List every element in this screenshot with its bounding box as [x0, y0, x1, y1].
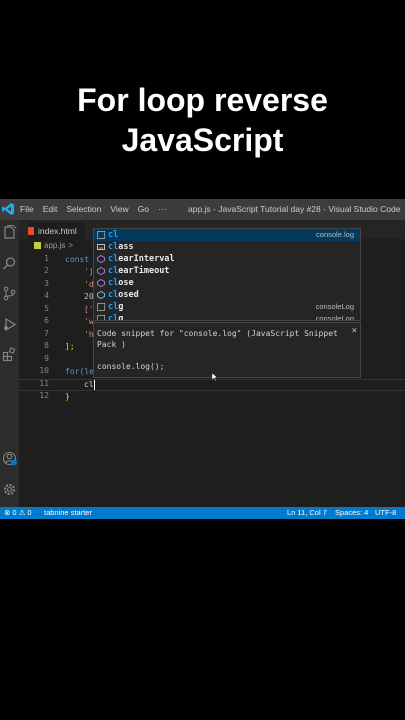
code-line-10: for(le: [65, 366, 94, 378]
breadcrumb: app.js >: [34, 241, 73, 250]
breadcrumb-file[interactable]: app.js: [44, 241, 65, 250]
line-number: 12: [39, 391, 49, 400]
status-bar: ⊗ 0 ⚠ 0 tabnine starter Ln 11, Col 7 Spa…: [0, 507, 405, 519]
code-line-12: }: [65, 392, 70, 401]
explorer-icon[interactable]: [2, 225, 17, 240]
code-line-1: const: [65, 255, 90, 264]
tab-index-html[interactable]: index.html: [28, 222, 85, 239]
menu-selection[interactable]: Selection: [66, 204, 101, 214]
source-control-icon[interactable]: [2, 286, 17, 301]
suggestion-item-clearinterval[interactable]: clearInterval: [94, 253, 360, 265]
snippet-icon: [97, 303, 105, 311]
line-number: 7: [44, 329, 49, 338]
line-number: 3: [44, 279, 49, 288]
typed-text: cl: [84, 380, 94, 389]
close-icon[interactable]: ×: [352, 326, 357, 336]
window-title: app.js - JavaScript Tutorial day #28 - V…: [188, 204, 401, 214]
line-number: 6: [44, 316, 49, 325]
suggestion-detail: consoleLog: [315, 302, 354, 311]
text-cursor: [93, 379, 95, 390]
line-number: 2: [44, 266, 49, 275]
vscode-logo-icon: [2, 203, 14, 215]
caption-line-2: JavaScript: [121, 122, 284, 158]
line-number: 4: [44, 291, 49, 300]
suggestion-widget: cl console.log class clearInterval clear…: [93, 228, 361, 321]
activity-bar: [0, 220, 19, 507]
tabnine-status[interactable]: tabnine starter: [44, 508, 92, 517]
menu-view[interactable]: View: [110, 204, 128, 214]
keyword-icon: [97, 244, 105, 250]
suggestion-label: class: [108, 242, 134, 252]
suggestion-label: clg: [108, 302, 124, 312]
suggestion-label: clearInterval: [108, 254, 175, 264]
suggestion-item-close[interactable]: close: [94, 277, 360, 289]
method-icon: [97, 279, 105, 287]
suggestion-item-clg-2[interactable]: clg consoleLog: [94, 313, 360, 320]
method-icon: [97, 267, 105, 275]
line-number: 8: [44, 341, 49, 350]
menu-go[interactable]: Go: [138, 204, 149, 214]
menu-bar: File Edit Selection View Go ···: [20, 204, 166, 214]
vscode-window: File Edit Selection View Go ··· app.js -…: [0, 199, 405, 519]
method-icon: [97, 255, 105, 263]
video-caption: For loop reverse JavaScript: [0, 80, 405, 160]
suggestion-item-cleartimeout[interactable]: clearTimeout: [94, 265, 360, 277]
line-number: 10: [39, 366, 49, 375]
caption-line-1: For loop reverse: [77, 82, 328, 118]
mouse-pointer-icon: [212, 373, 218, 381]
suggestion-detail: consoleLog: [315, 314, 354, 320]
suggestion-item-console-log-snippet[interactable]: cl console.log: [94, 229, 360, 241]
suggestion-item-closed[interactable]: closed: [94, 289, 360, 301]
title-bar: File Edit Selection View Go ··· app.js -…: [0, 199, 405, 220]
code-editor[interactable]: const 'j 'd 20 [' 'w 'h ]; for(le cl }: [65, 254, 95, 401]
suggestion-detail: console.log: [316, 230, 354, 239]
code-line-11: cl: [84, 379, 95, 391]
extensions-icon[interactable]: [2, 347, 17, 362]
html-file-icon: [28, 226, 34, 235]
menu-edit[interactable]: Edit: [43, 204, 58, 214]
tab-label: index.html: [38, 225, 77, 236]
line-number: 9: [44, 354, 49, 363]
search-icon[interactable]: [2, 256, 17, 271]
snippet-icon: [97, 315, 105, 320]
suggestion-label: cl: [108, 230, 119, 240]
variable-icon: [97, 291, 105, 299]
snippet-body: console.log();: [97, 362, 165, 371]
menu-more[interactable]: ···: [158, 204, 167, 214]
problems-indicator[interactable]: ⊗ 0 ⚠ 0: [4, 508, 32, 517]
suggestion-label: clearTimeout: [108, 266, 170, 276]
line-number: 1: [44, 254, 49, 263]
snippet-icon: [97, 231, 105, 239]
suggestion-item-class[interactable]: class: [94, 241, 360, 253]
js-file-icon: [34, 242, 41, 249]
for-keyword: for(: [65, 367, 85, 376]
settings-gear-icon[interactable]: [2, 482, 17, 497]
suggestion-label: close: [108, 278, 134, 288]
menu-file[interactable]: File: [20, 204, 34, 214]
suggestion-label: closed: [108, 290, 139, 300]
suggestion-item-clg-1[interactable]: clg consoleLog: [94, 301, 360, 313]
run-debug-icon[interactable]: [2, 317, 17, 332]
indentation-status[interactable]: Spaces: 4: [335, 508, 368, 517]
encoding-status[interactable]: UTF-8: [375, 508, 396, 517]
cursor-position[interactable]: Ln 11, Col 7: [287, 508, 327, 517]
suggestion-label: clg: [108, 314, 124, 320]
snippet-description: Code snippet for "console.log" (JavaScri…: [97, 329, 338, 349]
line-number: 11: [39, 379, 49, 388]
account-icon[interactable]: [2, 451, 17, 466]
line-number: 5: [44, 304, 49, 313]
code-line-8: ];: [65, 342, 75, 351]
breadcrumb-separator: >: [68, 241, 74, 250]
suggestion-details-panel: Code snippet for "console.log" (JavaScri…: [93, 322, 361, 378]
